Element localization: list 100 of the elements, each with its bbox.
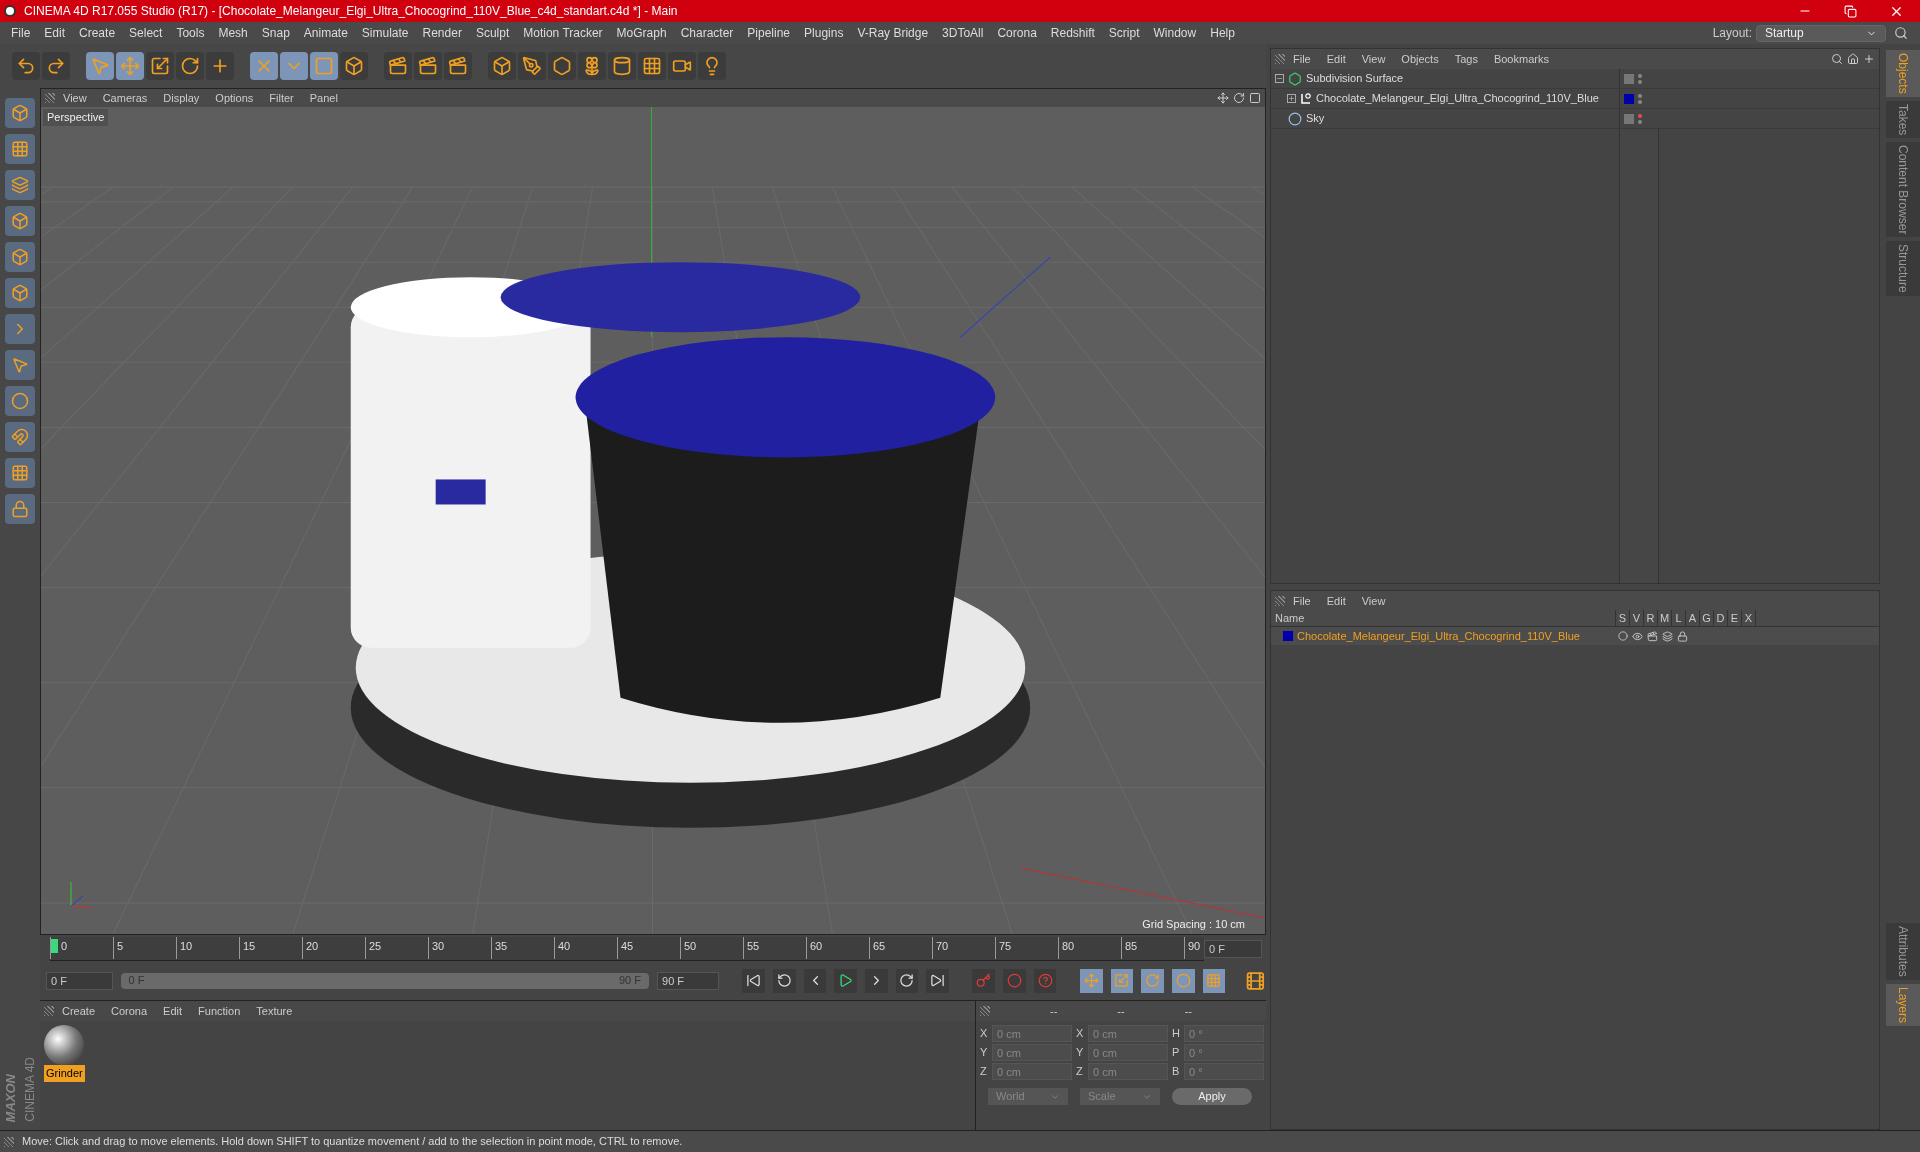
column-header[interactable]: X bbox=[1742, 610, 1756, 627]
end-frame-field[interactable]: 90 F bbox=[657, 971, 719, 990]
render-view-button[interactable] bbox=[384, 52, 412, 80]
key-filter-button[interactable] bbox=[1079, 968, 1103, 993]
redo-button[interactable] bbox=[42, 52, 70, 80]
playback-button[interactable] bbox=[803, 968, 827, 993]
menu-item[interactable]: File bbox=[4, 24, 38, 42]
pan-view-icon[interactable] bbox=[1217, 92, 1229, 104]
object-name[interactable]: Subdivision Surface bbox=[1306, 70, 1404, 87]
render-picture-viewer-button[interactable] bbox=[414, 52, 442, 80]
mode-tool-button[interactable] bbox=[5, 422, 35, 452]
light-button[interactable] bbox=[698, 52, 726, 80]
side-tab[interactable]: Takes bbox=[1886, 100, 1920, 139]
camera-button[interactable] bbox=[668, 52, 696, 80]
playhead-marker[interactable] bbox=[51, 939, 58, 953]
search-icon[interactable] bbox=[1894, 26, 1908, 40]
solo-icon[interactable] bbox=[1618, 631, 1628, 641]
mode-tool-button[interactable] bbox=[5, 206, 35, 236]
timeline-button[interactable] bbox=[1245, 969, 1266, 992]
object-menu-item[interactable]: Tags bbox=[1446, 50, 1486, 68]
object-menu-item[interactable]: Bookmarks bbox=[1485, 50, 1557, 68]
material-menu-item[interactable]: Create bbox=[54, 1002, 104, 1020]
collapse-toggle[interactable] bbox=[1275, 74, 1284, 83]
side-tab[interactable]: Layers bbox=[1886, 983, 1920, 1026]
current-frame-field[interactable]: 0 F bbox=[1204, 940, 1262, 958]
lock-icon[interactable] bbox=[1677, 630, 1688, 642]
rotate-tool-button[interactable] bbox=[176, 52, 204, 80]
search-icon[interactable] bbox=[1831, 53, 1843, 65]
viewport-menu-item[interactable]: View bbox=[55, 89, 95, 107]
key-filter-button[interactable] bbox=[1141, 968, 1164, 993]
timeline-ruler[interactable]: 0 5 10 15 20 25 30 35 40 45 50 55 60 65 70 75 80 85 90 bbox=[50, 937, 1204, 961]
menu-item[interactable]: Simulate bbox=[354, 24, 416, 42]
object-menu-item[interactable]: Edit bbox=[1318, 50, 1354, 68]
menu-item[interactable]: Create bbox=[72, 24, 123, 42]
layout-dropdown[interactable]: Startup bbox=[1756, 24, 1886, 42]
viewport-menu-item[interactable]: Display bbox=[155, 89, 208, 107]
object-menu-item[interactable]: Objects bbox=[1393, 50, 1447, 68]
menu-item[interactable]: Render bbox=[415, 24, 469, 42]
side-tab[interactable]: Attributes bbox=[1886, 923, 1920, 980]
menu-item[interactable]: Corona bbox=[990, 24, 1044, 42]
home-icon[interactable] bbox=[1847, 53, 1859, 65]
grinder-model-drawing[interactable] bbox=[350, 262, 1031, 828]
mode-tool-button[interactable] bbox=[5, 98, 35, 128]
viewport-menu-item[interactable]: Filter bbox=[261, 89, 302, 107]
column-header[interactable]: V bbox=[1630, 610, 1644, 627]
menu-item[interactable]: Motion Tracker bbox=[516, 24, 610, 42]
menu-item[interactable]: Select bbox=[122, 24, 170, 42]
layer-menu-item[interactable]: View bbox=[1353, 592, 1394, 610]
coordinate-system-button[interactable] bbox=[340, 52, 368, 80]
material-name[interactable]: Grinder bbox=[44, 1065, 85, 1082]
menu-item[interactable]: Pipeline bbox=[740, 24, 798, 42]
key-filter-button[interactable] bbox=[1171, 968, 1195, 993]
viewport-canvas[interactable]: Perspective Grid Spacing : 10 cm bbox=[41, 107, 1265, 934]
mode-tool-button[interactable] bbox=[5, 350, 35, 380]
maximize-view-icon[interactable] bbox=[1249, 92, 1261, 104]
viewport-menu-item[interactable]: Panel bbox=[301, 89, 346, 107]
material-menu-item[interactable]: Texture bbox=[248, 1002, 301, 1020]
cube-button[interactable] bbox=[488, 52, 516, 80]
side-tab[interactable]: Content Browser bbox=[1886, 142, 1920, 238]
material-menu-item[interactable]: Edit bbox=[155, 1002, 191, 1020]
menu-item[interactable]: Sculpt bbox=[468, 24, 517, 42]
mode-tool-button[interactable] bbox=[5, 494, 35, 524]
column-header[interactable]: D bbox=[1714, 610, 1728, 627]
subdivision-button[interactable] bbox=[548, 52, 576, 80]
object-menu-item[interactable]: View bbox=[1353, 50, 1394, 68]
viewport-menu-item[interactable]: Cameras bbox=[94, 89, 156, 107]
column-header[interactable]: Name bbox=[1271, 610, 1616, 627]
column-header[interactable]: S bbox=[1616, 610, 1630, 627]
layer-color-swatch[interactable] bbox=[1283, 631, 1293, 641]
side-tab[interactable]: Structure bbox=[1886, 241, 1920, 297]
render-icon[interactable] bbox=[1647, 630, 1658, 642]
menu-item[interactable]: Plugins bbox=[797, 24, 851, 42]
mode-tool-button[interactable] bbox=[5, 458, 35, 488]
visibility-icon[interactable] bbox=[1632, 630, 1643, 642]
start-frame-field[interactable]: 0 F bbox=[46, 971, 113, 990]
key-filter-button[interactable] bbox=[1202, 968, 1226, 993]
menu-item[interactable]: Help bbox=[1203, 24, 1242, 42]
menu-item[interactable]: Script bbox=[1101, 24, 1147, 42]
playback-button[interactable] bbox=[895, 968, 919, 993]
playback-button[interactable] bbox=[742, 968, 766, 993]
column-header[interactable]: G bbox=[1700, 610, 1714, 627]
scale-tool-button[interactable] bbox=[146, 52, 174, 80]
keyframe-button[interactable] bbox=[1003, 968, 1026, 993]
key-filter-button[interactable] bbox=[1110, 968, 1134, 993]
object-menu-item[interactable]: File bbox=[1285, 50, 1319, 68]
pen-button[interactable] bbox=[518, 52, 546, 80]
menu-item[interactable]: MoGraph bbox=[609, 24, 674, 42]
column-header[interactable]: E bbox=[1728, 610, 1742, 627]
restore-button[interactable] bbox=[1844, 4, 1857, 18]
column-header[interactable]: M bbox=[1658, 610, 1672, 627]
keyframe-button[interactable] bbox=[1033, 968, 1057, 993]
orbit-view-icon[interactable] bbox=[1233, 92, 1245, 104]
undo-button[interactable] bbox=[12, 52, 40, 80]
column-header[interactable]: R bbox=[1644, 610, 1658, 627]
menu-item[interactable]: Character bbox=[673, 24, 741, 42]
object-name[interactable]: Sky bbox=[1306, 110, 1325, 127]
menu-item[interactable]: Redshift bbox=[1043, 24, 1102, 42]
axis-tool-button[interactable] bbox=[206, 52, 234, 80]
render-settings-button[interactable] bbox=[444, 52, 472, 80]
column-header[interactable]: L bbox=[1672, 610, 1686, 627]
